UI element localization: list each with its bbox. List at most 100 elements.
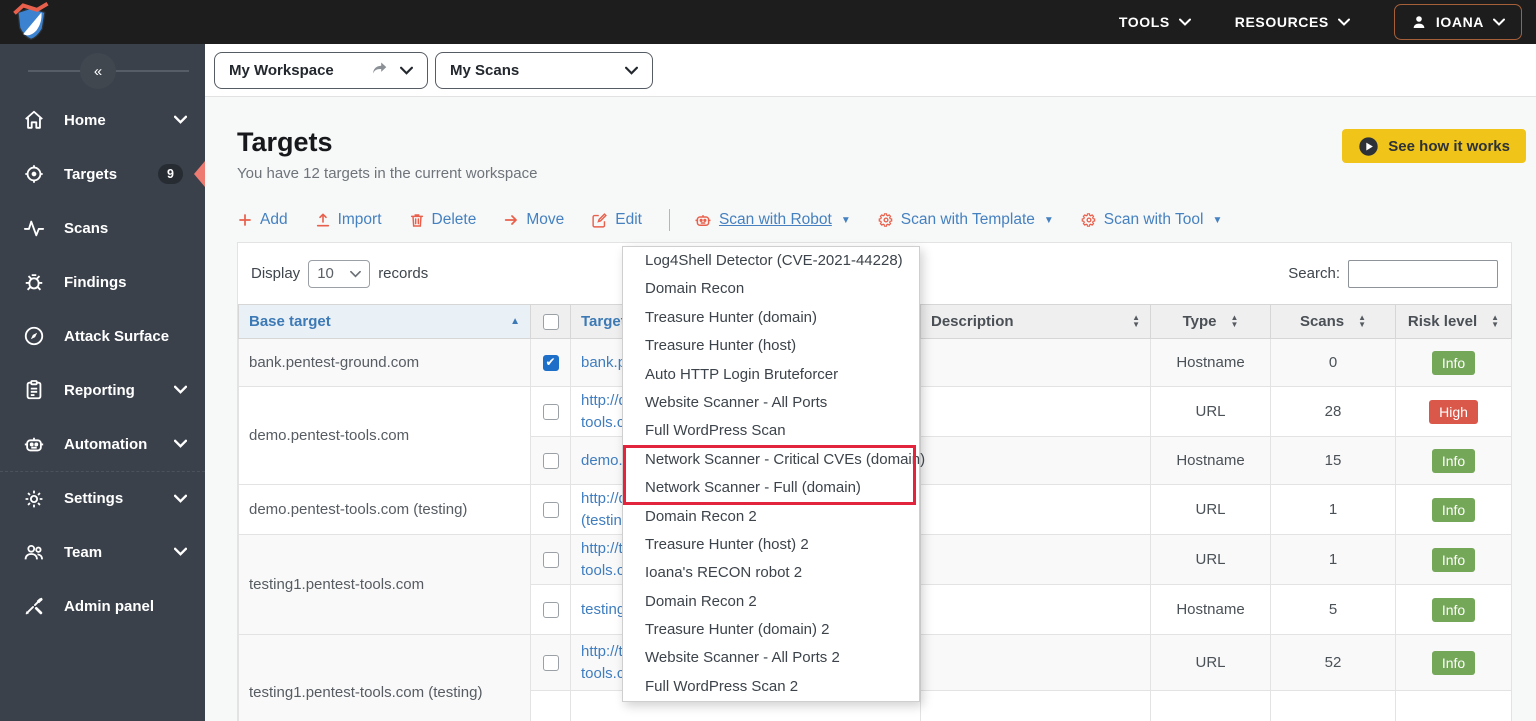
records-label: records xyxy=(378,265,429,282)
sidebar-item-findings[interactable]: Findings xyxy=(0,255,205,309)
import-button[interactable]: Import xyxy=(315,211,382,229)
column-header-scans[interactable]: Scans ▲ ▼ xyxy=(1270,304,1396,339)
sort-icon: ▲ ▼ xyxy=(1491,312,1500,329)
scans-cell: 1 xyxy=(1270,484,1396,535)
sidebar-collapse-button[interactable]: « xyxy=(80,53,116,89)
dropdown-item[interactable]: Treasure Hunter (host) 2 xyxy=(623,531,919,559)
dropdown-item[interactable]: Full WordPress Scan xyxy=(623,417,919,445)
chevron-down-icon xyxy=(350,270,362,277)
gear-icon xyxy=(878,212,894,228)
sidebar-item-automation[interactable]: Automation xyxy=(0,417,205,471)
share-icon xyxy=(371,61,388,79)
row-checkbox[interactable] xyxy=(542,552,559,569)
dropdown-item[interactable]: Log4Shell Detector (CVE-2021-44228) xyxy=(623,247,919,275)
dropdown-item[interactable]: Treasure Hunter (host) xyxy=(623,332,919,360)
scan-with-robot-dropdown: Log4Shell Detector (CVE-2021-44228) Doma… xyxy=(622,246,925,703)
dropdown-item[interactable]: Treasure Hunter (domain) xyxy=(623,304,919,332)
target-link[interactable]: bank.p xyxy=(581,352,626,374)
scan-with-tool-button[interactable]: Scan with Tool ▼ xyxy=(1081,211,1222,229)
sidebar-item-admin-panel[interactable]: Admin panel xyxy=(0,579,205,633)
page-size-select[interactable]: 10 xyxy=(308,259,371,288)
row-checkbox[interactable] xyxy=(542,655,559,672)
search-input[interactable] xyxy=(1348,259,1498,288)
base-target-cell: demo.pentest-tools.com xyxy=(238,386,531,485)
base-target-cell: testing1.pentest-tools.com xyxy=(238,534,531,635)
workspace-bar: My Workspace My Scans xyxy=(205,44,1536,97)
risk-cell: Info xyxy=(1395,534,1512,585)
dropdown-item[interactable]: Full WordPress Scan 2 xyxy=(623,673,919,701)
column-header-description[interactable]: Description ▲ ▼ xyxy=(920,304,1151,339)
risk-cell: High xyxy=(1395,386,1512,437)
sidebar-item-reporting[interactable]: Reporting xyxy=(0,363,205,417)
workspace-select[interactable]: My Workspace xyxy=(214,51,428,89)
scan-with-robot-button[interactable]: Scan with Robot ▼ xyxy=(694,211,851,229)
sidebar-item-label: Findings xyxy=(64,273,127,291)
dropdown-item[interactable]: Domain Recon xyxy=(623,275,919,303)
column-header-risk-level[interactable]: Risk level ▲ ▼ xyxy=(1395,304,1512,339)
sidebar-item-label: Attack Surface xyxy=(64,327,170,345)
row-checkbox[interactable] xyxy=(542,355,559,372)
chevron-down-icon xyxy=(400,66,413,75)
scan-with-template-label: Scan with Template xyxy=(900,211,1035,228)
see-how-it-works-button[interactable]: See how it works xyxy=(1342,129,1526,163)
clipboard-icon xyxy=(22,378,46,402)
tools-menu[interactable]: TOOLS xyxy=(1119,14,1191,30)
row-checkbox[interactable] xyxy=(542,502,559,519)
dropdown-item[interactable]: Domain Recon 2 xyxy=(623,588,919,616)
pencil-icon xyxy=(591,212,608,229)
sidebar-item-scans[interactable]: Scans xyxy=(0,201,205,255)
dropdown-item[interactable]: Treasure Hunter (domain) 2 xyxy=(623,616,919,644)
risk-badge: Info xyxy=(1431,650,1476,675)
targets-count-badge: 9 xyxy=(158,164,183,184)
sidebar-item-home[interactable]: Home xyxy=(0,93,205,147)
dropdown-item[interactable]: Auto HTTP Login Bruteforcer xyxy=(623,361,919,389)
scans-cell: 1 xyxy=(1270,534,1396,585)
sidebar-item-attack-surface[interactable]: Attack Surface xyxy=(0,309,205,363)
delete-label: Delete xyxy=(431,211,477,228)
dropdown-item[interactable]: Website Scanner - All Ports 2 xyxy=(623,644,919,672)
column-header-base-target[interactable]: Base target ▲ xyxy=(238,304,531,339)
column-header-type[interactable]: Type ▲ ▼ xyxy=(1150,304,1271,339)
user-menu[interactable]: IOANA xyxy=(1393,4,1522,40)
edit-button[interactable]: Edit xyxy=(591,211,642,229)
move-button[interactable]: Move xyxy=(503,211,564,229)
select-all-checkbox[interactable] xyxy=(542,314,559,331)
scans-cell: 52 xyxy=(1270,634,1396,691)
dropdown-item-highlighted[interactable]: Network Scanner - Critical CVEs (domain) xyxy=(623,446,925,474)
type-cell: Hostname xyxy=(1150,436,1271,485)
tools-menu-label: TOOLS xyxy=(1118,14,1170,30)
target-link[interactable]: http://t tools.c xyxy=(581,538,624,582)
row-checkbox[interactable] xyxy=(542,404,559,421)
add-button[interactable]: Add xyxy=(237,211,288,229)
sidebar-item-team[interactable]: Team xyxy=(0,525,205,579)
target-link[interactable]: http://t tools.c xyxy=(581,641,624,685)
sidebar-item-label: Targets xyxy=(64,165,118,183)
sidebar-item-targets[interactable]: Targets 9 xyxy=(0,147,205,201)
type-cell: Hostname xyxy=(1150,584,1271,635)
target-link[interactable]: testing xyxy=(581,599,625,621)
type-cell: URL xyxy=(1150,534,1271,585)
row-checkbox[interactable] xyxy=(542,602,559,619)
scans-cell: 5 xyxy=(1270,584,1396,635)
robot-icon xyxy=(22,432,46,456)
target-link[interactable]: http://d tools.c xyxy=(581,390,627,434)
sidebar-item-label: Home xyxy=(64,111,106,129)
scans-cell: 28 xyxy=(1270,386,1396,437)
cta-label: See how it works xyxy=(1388,137,1510,155)
dropdown-item[interactable]: Domain Recon 2 xyxy=(623,503,919,531)
risk-cell: Info xyxy=(1395,484,1512,535)
dropdown-item[interactable]: Ioana's RECON robot 2 xyxy=(623,559,919,587)
tools-icon xyxy=(22,594,46,618)
scans-select-value: My Scans xyxy=(450,61,520,79)
brand-logo[interactable] xyxy=(10,2,54,42)
dropdown-item[interactable]: Website Scanner - All Ports xyxy=(623,389,919,417)
move-label: Move xyxy=(526,211,565,228)
sidebar-item-settings[interactable]: Settings xyxy=(0,471,205,525)
edit-label: Edit xyxy=(615,211,642,228)
scan-with-template-button[interactable]: Scan with Template ▼ xyxy=(878,211,1054,229)
row-checkbox[interactable] xyxy=(542,453,559,470)
dropdown-item-highlighted[interactable]: Network Scanner - Full (domain) xyxy=(623,474,919,502)
scans-select[interactable]: My Scans xyxy=(435,51,653,89)
delete-button[interactable]: Delete xyxy=(409,211,477,229)
resources-menu[interactable]: RESOURCES xyxy=(1235,14,1350,30)
